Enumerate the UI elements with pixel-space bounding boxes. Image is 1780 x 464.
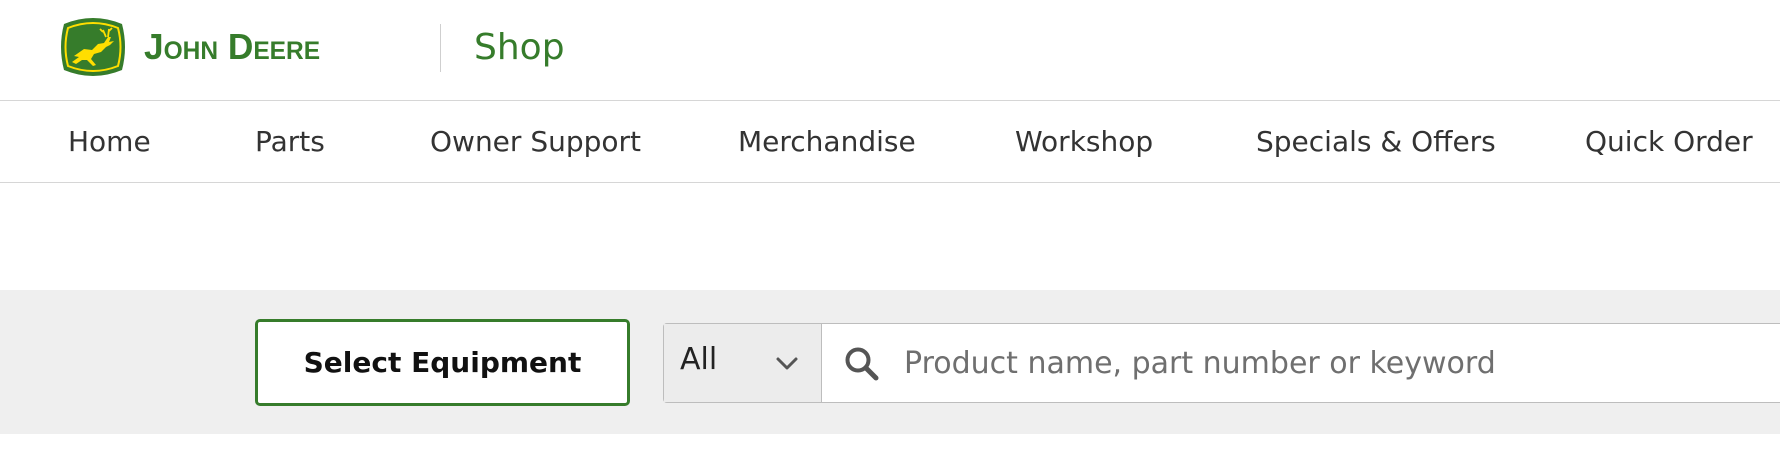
search-group: All	[663, 323, 1780, 403]
shop-section-label: Shop	[474, 27, 565, 68]
nav-owner-support[interactable]: Owner Support	[430, 125, 641, 159]
search-scope-dropdown[interactable]: All	[664, 324, 822, 402]
nav-specials-offers[interactable]: Specials & Offers	[1256, 125, 1496, 159]
main-navigation: Home Parts Owner Support Merchandise Wor…	[0, 101, 1780, 183]
search-input[interactable]	[904, 324, 1764, 402]
leaping-deer-logo-icon	[61, 18, 125, 76]
search-input-wrapper	[822, 324, 1780, 402]
nav-workshop[interactable]: Workshop	[1015, 125, 1153, 159]
nav-parts[interactable]: Parts	[255, 125, 325, 159]
site-header: John Deere Shop	[0, 0, 1780, 101]
nav-merchandise[interactable]: Merchandise	[738, 125, 916, 159]
search-scope-value: All	[680, 342, 718, 377]
search-icon[interactable]	[842, 344, 882, 384]
chevron-down-icon	[776, 357, 798, 370]
select-equipment-button[interactable]: Select Equipment	[255, 319, 630, 406]
search-bar-section: Select Equipment All	[0, 290, 1780, 434]
nav-quick-order[interactable]: Quick Order	[1585, 125, 1753, 159]
nav-home[interactable]: Home	[68, 125, 151, 159]
header-divider	[440, 24, 441, 72]
home-logo-link[interactable]: John Deere	[58, 16, 324, 78]
brand-wordmark: John Deere	[144, 26, 321, 67]
